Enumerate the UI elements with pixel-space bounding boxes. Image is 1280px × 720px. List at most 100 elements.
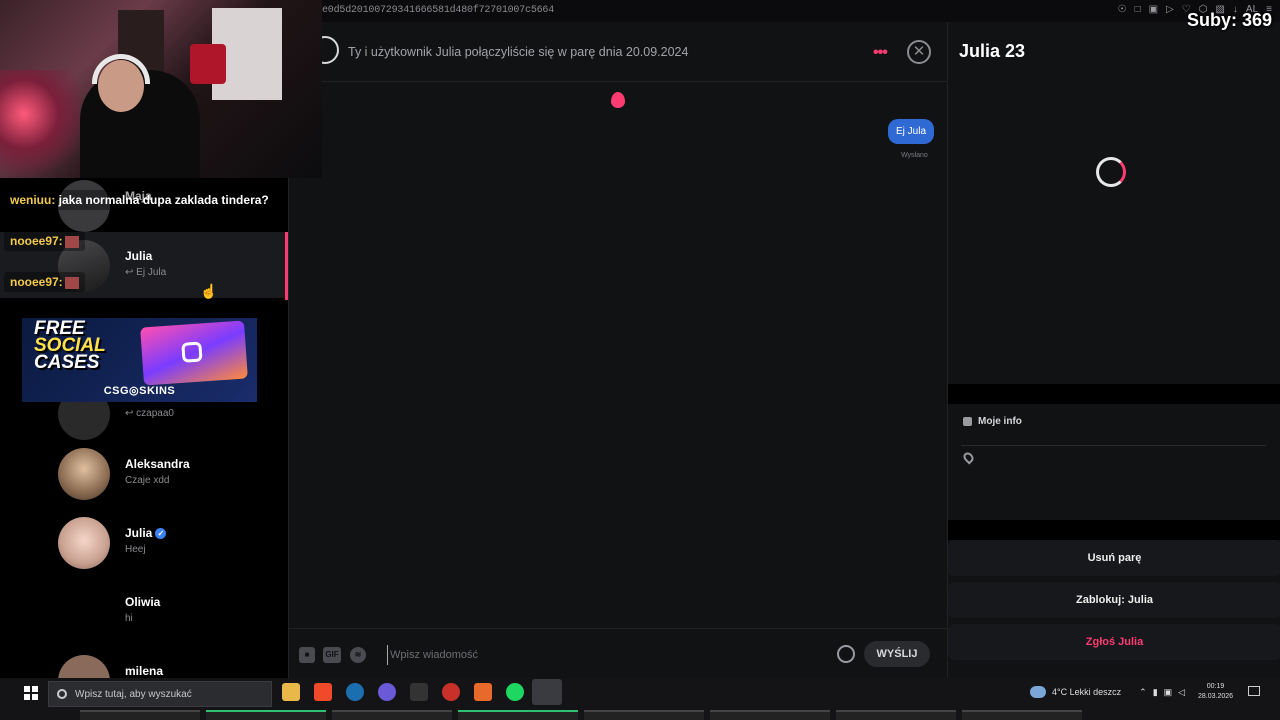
sent-message-bubble: Ej Jula [888,119,935,144]
network-icon[interactable]: ▣ [1164,687,1173,698]
contact-card-icon[interactable]: ■ [299,647,315,663]
match-name: milena [125,664,164,678]
taskbar-search-input[interactable] [75,688,265,700]
weather-text[interactable]: 4°C Lekki deszcz [1052,687,1121,697]
clock[interactable]: 00:19 28.03.2026 [1198,682,1233,702]
match-item[interactable]: Oliwia hi [0,578,288,644]
match-name-text: Julia [125,526,153,540]
window-thumbnail[interactable] [332,710,452,720]
window-thumbnail[interactable] [80,710,200,720]
avatar [58,448,110,500]
volume-icon[interactable]: ◁ [1178,687,1185,698]
chat-username: nooee97: [10,234,63,248]
promo-line: CASES [34,352,100,373]
clock-time: 00:19 [1206,683,1225,690]
emoji-icon[interactable] [837,645,855,663]
spotify-taskbar-icon[interactable] [506,683,524,701]
window-thumbnail[interactable] [962,710,1082,720]
info-heading-text: Moje info [978,416,1022,427]
mic-icon[interactable]: ▮ [1153,687,1158,698]
affinity-icon[interactable] [474,683,492,701]
chat-header: Ty i użytkownik Julia połączyliście się … [289,22,947,82]
window-thumbnail[interactable] [836,710,956,720]
location-pin-icon [961,450,976,465]
divider [948,520,1280,540]
windows-start-icon[interactable] [24,686,38,700]
report-button[interactable]: Zgłoś Julia [948,624,1280,660]
match-last-message: ↩ czapaa0 [125,408,174,419]
avatar [58,517,110,569]
shield-icon[interactable]: ▣ [1149,4,1158,16]
profile-name: Julia 23 [959,41,1026,61]
info-heading: Moje info [963,416,1022,427]
match-item[interactable]: milena [0,647,288,678]
divider [948,384,1280,404]
match-item[interactable]: Aleksandra Czaje xdd [0,440,288,506]
promo-title: FREE SOCIAL CASES [34,319,106,373]
unmatch-button[interactable]: Usuń parę [948,540,1280,576]
more-options-icon[interactable]: ••• [873,44,888,62]
file-explorer-icon[interactable] [282,683,300,701]
window-thumbnail[interactable] [584,710,704,720]
screen: e0d5d2010072934166658​1d480f72701007c566… [0,0,1280,720]
stream-chat-message: nooee97: [4,231,85,251]
chat-username: weniuu: [10,193,56,207]
emote-icon [64,235,79,248]
match-name: Julia [125,249,153,263]
taskbar-search[interactable] [48,681,272,707]
block-button[interactable]: Zablokuj: Julia [948,582,1280,618]
window-thumbnail[interactable] [206,710,326,720]
url-bar[interactable]: e0d5d2010072934166658​1d480f72701007c566… [322,5,554,16]
match-last-message: Czaje xdd [125,475,170,486]
spotify-icon[interactable]: ≋ [350,647,366,663]
match-info-text: Ty i użytkownik Julia połączyliście się … [348,45,689,59]
message-input[interactable] [387,645,827,665]
app-icon[interactable] [532,679,562,705]
chat-text: jaka normalna dupa zaklada tindera? [58,193,269,207]
message-status: Wysłano [901,152,928,159]
match-last-message: Heej [125,544,146,555]
profile-panel: Julia 23 Moje info Usuń parę Zablokuj: J… [947,22,1280,678]
steam-icon[interactable] [346,683,364,701]
notifications-icon[interactable] [1248,686,1260,696]
loading-spinner-icon [1096,157,1126,187]
discord-icon[interactable] [378,683,396,701]
chat-username: nooee97: [10,275,63,289]
close-chat-button[interactable]: ✕ [907,40,931,64]
system-tray: 4°C Lekki deszcz ⌃ ▮ ▣ ◁ [1030,686,1185,698]
verified-icon: ✓ [155,528,167,540]
match-last-message: hi [125,613,133,624]
divider [961,445,1266,446]
avatar [58,655,110,678]
webcam-overlay [0,0,322,178]
sub-counter: Suby: 369 [1186,10,1272,30]
brave-icon[interactable] [314,683,332,701]
promo-banner: FREE SOCIAL CASES CSG◎SKINS [22,318,257,402]
clock-date: 28.03.2026 [1198,693,1234,700]
play-icon[interactable]: ▷ [1166,4,1174,16]
search-icon [57,689,67,699]
match-name: Oliwia [125,595,161,609]
window-thumbnail[interactable] [458,710,578,720]
weather-icon[interactable] [1030,686,1046,698]
windows-taskbar: 4°C Lekki deszcz ⌃ ▮ ▣ ◁ 00:19 28.03.202… [0,678,1280,720]
epic-icon[interactable] [410,683,428,701]
opera-icon[interactable] [442,683,460,701]
window-thumbnail[interactable] [710,710,830,720]
send-button[interactable]: WYŚLIJ [864,641,930,667]
window-thumbnails [0,710,1280,720]
pin-icon[interactable]: ☉ [1118,4,1127,16]
active-indicator [285,232,288,300]
chevron-up-icon[interactable]: ⌃ [1139,687,1147,698]
instagram-icon [181,341,203,363]
tinder-flame-icon [611,92,625,108]
tab-icon[interactable]: □ [1135,4,1141,16]
match-last-message: ↩ Ej Jula [125,267,167,278]
profile-photo [948,84,1280,384]
case-image [140,320,248,386]
hand-cursor-icon: ☝ [200,283,218,299]
gif-button[interactable]: GIF [323,647,341,663]
emote-icon [64,276,79,289]
promo-brand: CSG◎SKINS [103,385,176,397]
match-item[interactable]: Julia ✓ Heej [0,509,288,575]
